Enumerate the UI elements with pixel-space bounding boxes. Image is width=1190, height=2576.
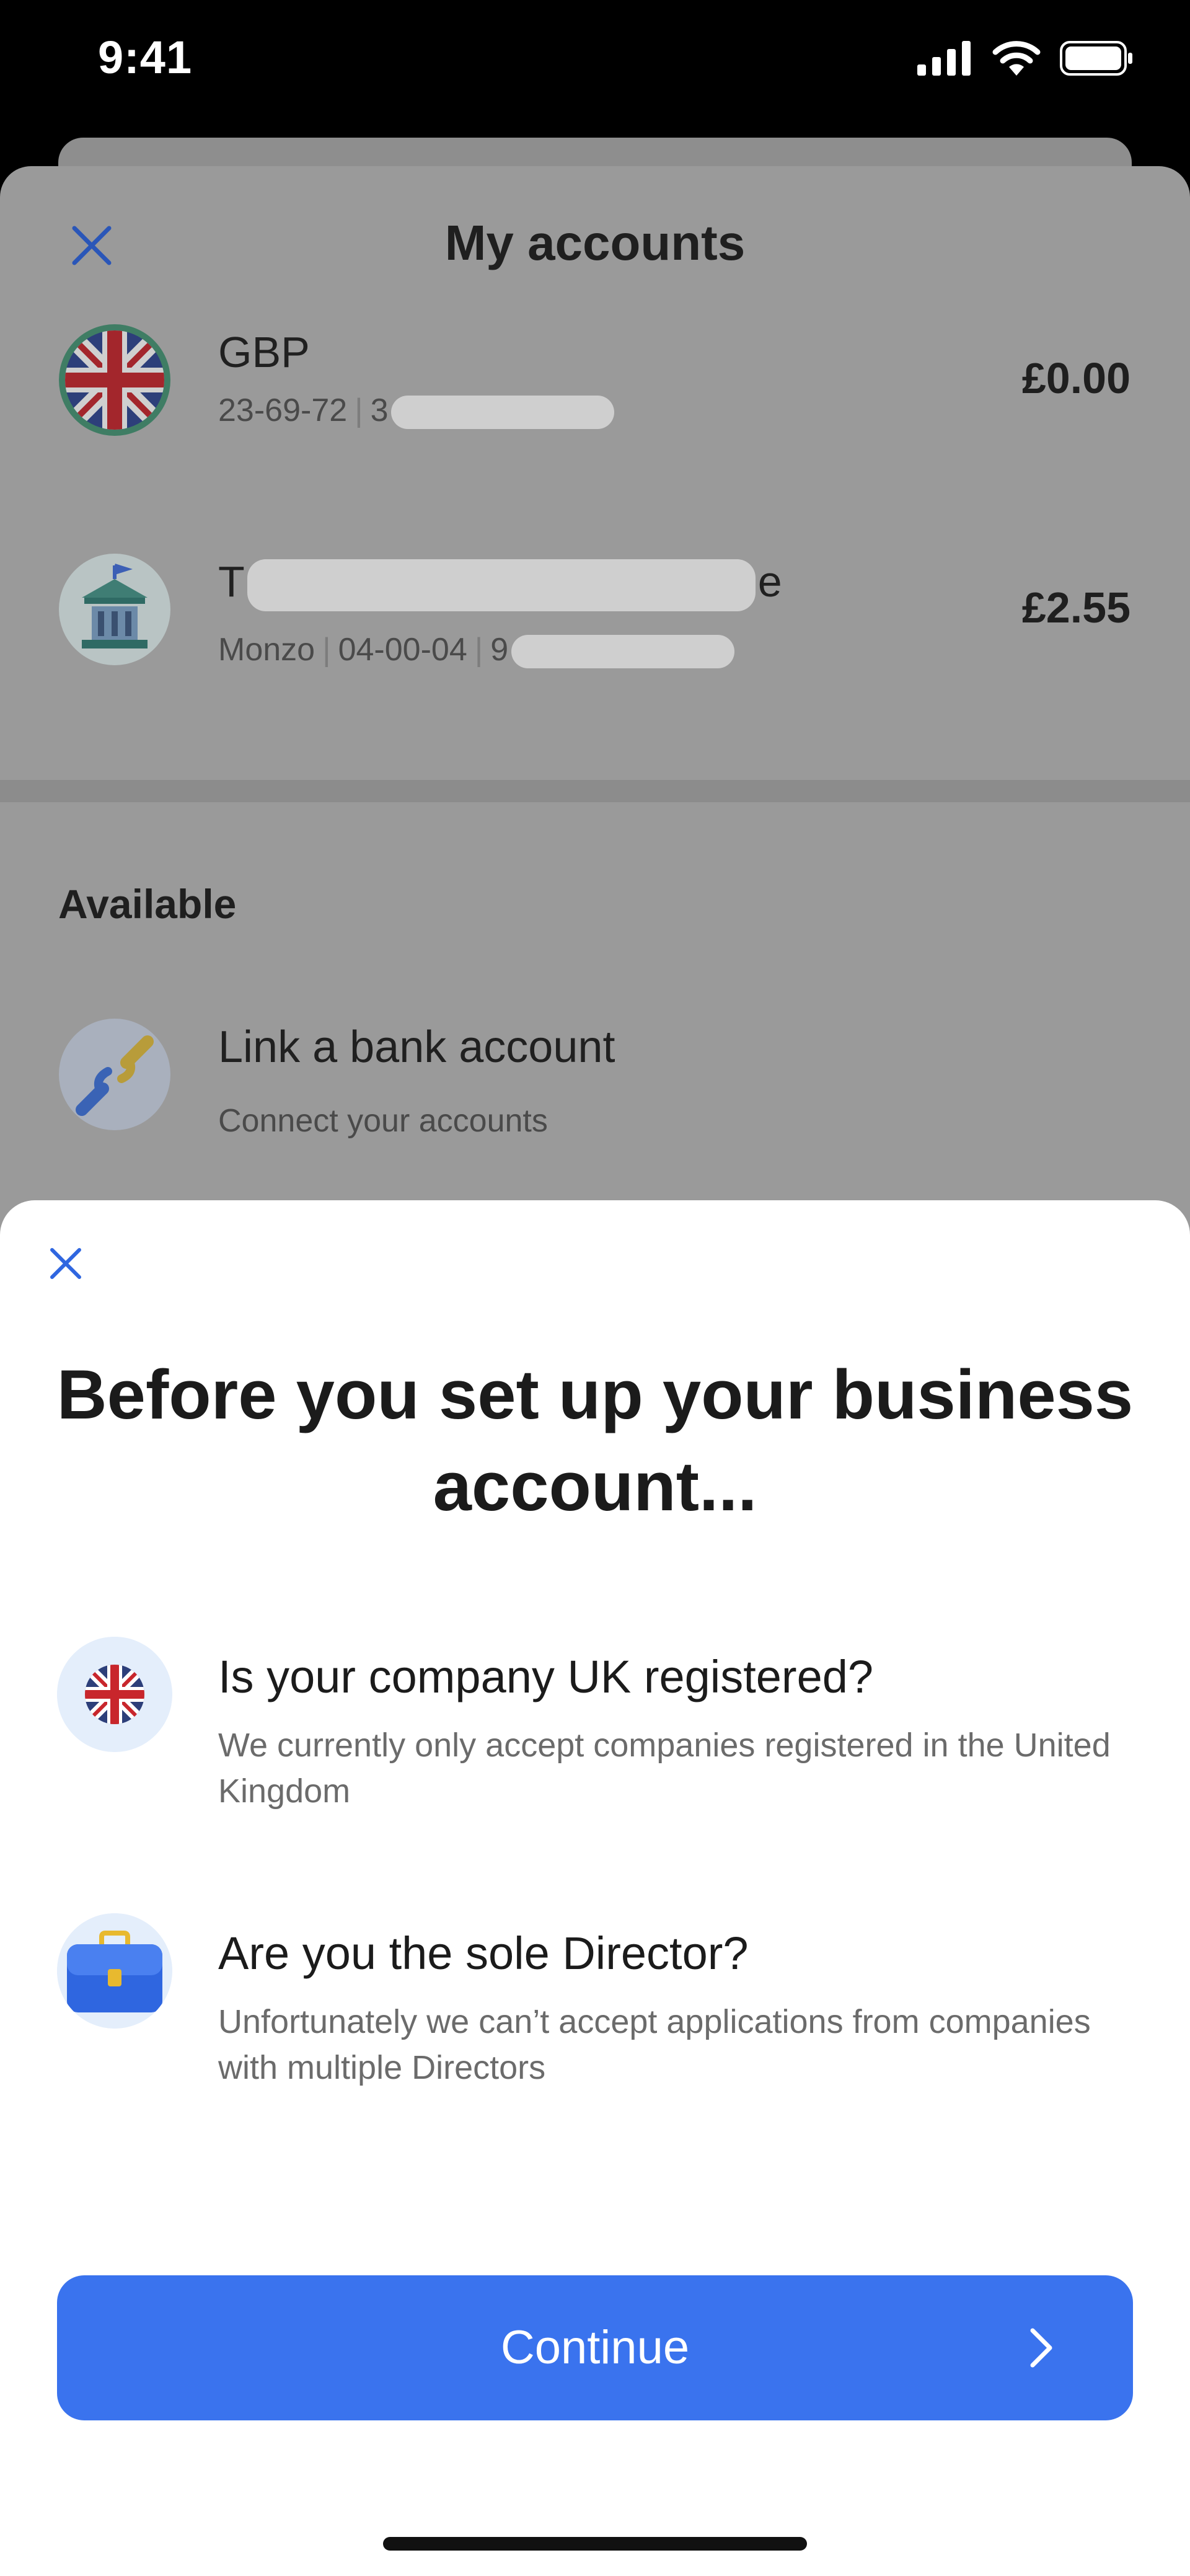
status-time: 9:41	[98, 32, 193, 83]
link-bank-title[interactable]: Link a bank account	[218, 1022, 615, 1073]
status-icons	[917, 40, 1134, 77]
uk-flag-icon	[57, 1637, 172, 1752]
account-details: Monzo | 04-00-04 | 9	[218, 631, 734, 669]
account-details: 23-69-72 | 3	[218, 392, 615, 430]
continue-button[interactable]: Continue	[57, 2275, 1133, 2420]
redacted-account-number	[511, 635, 734, 669]
uk-flag-icon	[59, 324, 170, 436]
requirement-description: Unfortunately we can’t accept applicatio…	[218, 2003, 1091, 2086]
requirement-title: Are you the sole Director?	[218, 1928, 749, 1979]
sort-code: 23-69-72	[218, 392, 348, 428]
account-name: Te	[218, 557, 782, 611]
bank-name: Monzo	[218, 632, 315, 668]
page-title: My accounts	[444, 215, 746, 270]
chain-link-icon	[59, 1019, 170, 1130]
section-title-available: Available	[58, 881, 237, 927]
account-name-suffix: e	[757, 557, 782, 606]
signal-icon	[917, 41, 971, 76]
redacted-account-number	[391, 396, 615, 430]
separator: |	[474, 632, 483, 668]
account-row-gbp[interactable]: GBP 23-69-72 | 3 £0.00	[0, 322, 1190, 484]
bank-icon	[59, 554, 170, 665]
home-indicator[interactable]	[383, 2537, 807, 2551]
account-number-prefix: 3	[370, 392, 389, 428]
status-bar: 9:41	[0, 0, 1190, 124]
link-bank-subtitle: Connect your accounts	[218, 1103, 548, 1139]
account-balance: £2.55	[1021, 583, 1130, 632]
redacted-account-name	[247, 559, 756, 611]
account-name: GBP	[218, 328, 310, 376]
section-divider	[0, 780, 1190, 802]
battery-icon	[1060, 41, 1132, 76]
sheet-title: Before you set up your business account.…	[56, 1356, 1134, 1525]
business-account-sheet: Before you set up your business account.…	[0, 1200, 1190, 2576]
separator: |	[322, 632, 331, 668]
account-name-prefix: T	[218, 557, 245, 606]
continue-label: Continue	[500, 2321, 690, 2374]
account-balance: £0.00	[1021, 354, 1130, 402]
briefcase-icon	[57, 1913, 172, 2029]
requirement-description: We currently only accept companies regis…	[218, 1727, 1111, 1810]
requirement-title: Is your company UK registered?	[218, 1651, 874, 1702]
chevron-right-icon	[1030, 2328, 1052, 2368]
wifi-icon	[992, 41, 1041, 76]
close-icon[interactable]	[46, 1244, 86, 1283]
account-row-monzo[interactable]: Te Monzo | 04-00-04 | 9 £2.55	[0, 552, 1190, 713]
account-number-prefix: 9	[490, 632, 509, 668]
separator: |	[355, 392, 363, 428]
sort-code: 04-00-04	[338, 632, 467, 668]
